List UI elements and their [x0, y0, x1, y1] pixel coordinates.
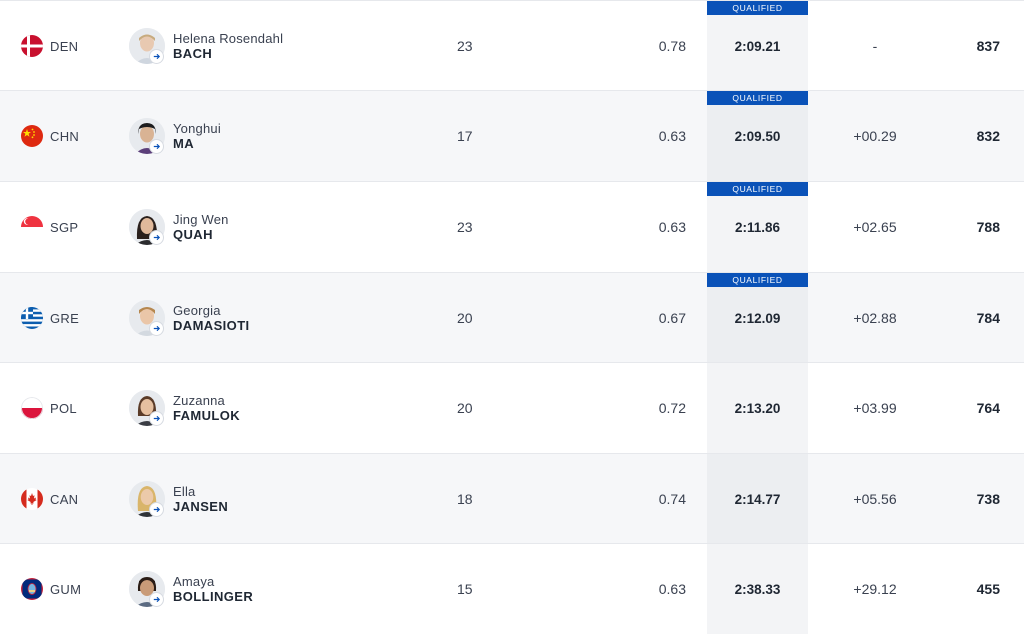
athlete-avatar[interactable]: [129, 300, 165, 336]
athlete-name[interactable]: Jing Wen QUAH: [173, 212, 229, 242]
athlete-avatar[interactable]: [129, 209, 165, 245]
table-row[interactable]: GRE Georgia DAMASIOTI 20 0.67 QUALIFIED …: [0, 272, 1024, 363]
athlete-first-name: Georgia: [173, 303, 221, 318]
china-flag-icon: [21, 125, 43, 147]
athlete-first-name: Helena Rosendahl: [173, 31, 284, 46]
athlete-last-name: QUAH: [173, 227, 213, 242]
table-row[interactable]: CAN Ella JANSEN 18 0.74 2:14.77 +05.56 7…: [0, 453, 1024, 544]
athlete-first-name: Yonghui: [173, 121, 221, 136]
denmark-flag-icon: [21, 35, 43, 57]
time-difference: +29.12: [853, 581, 897, 597]
athlete-last-name: FAMULOK: [173, 408, 241, 423]
result-time: 2:38.33: [734, 581, 781, 597]
athlete-last-name: JANSEN: [173, 499, 229, 514]
athlete-last-name: MA: [173, 136, 195, 151]
country-code: POL: [50, 400, 77, 416]
points: 764: [976, 400, 1000, 416]
country-code: GUM: [50, 581, 82, 597]
athlete-first-name: Zuzanna: [173, 393, 225, 408]
guam-flag-icon: [21, 578, 43, 600]
age: 15: [457, 581, 473, 597]
age: 20: [457, 310, 473, 326]
athlete-last-name: BOLLINGER: [173, 589, 254, 604]
singapore-flag-icon: [21, 216, 43, 238]
athlete-last-name: DAMASIOTI: [173, 318, 250, 333]
athlete-name[interactable]: Zuzanna FAMULOK: [173, 393, 240, 423]
result-time: 2:14.77: [734, 491, 781, 507]
athlete-avatar[interactable]: [129, 118, 165, 154]
result-cell: QUALIFIED 2:09.50: [707, 91, 808, 181]
points: 837: [976, 38, 1000, 54]
reaction-time: 0.72: [658, 400, 686, 416]
athlete-avatar[interactable]: [129, 571, 165, 607]
result-cell: QUALIFIED 2:11.86: [707, 182, 808, 272]
results-table: DEN Helena Rosendahl BACH 23 0.78 QUALIF…: [0, 0, 1024, 634]
country-code: CAN: [50, 491, 79, 507]
reaction-time: 0.63: [658, 219, 686, 235]
arrow-right-icon: [150, 231, 163, 244]
points: 738: [976, 491, 1000, 507]
points: 788: [976, 219, 1000, 235]
age: 20: [457, 400, 473, 416]
result-time: 2:11.86: [734, 219, 781, 235]
athlete-first-name: Ella: [173, 484, 196, 499]
canada-flag-icon: [21, 488, 43, 510]
greece-flag-icon: [21, 307, 43, 329]
points: 784: [976, 310, 1000, 326]
result-time: 2:09.50: [734, 128, 781, 144]
table-row[interactable]: CHN Yonghui MA 17 0.63 QUALIFIED 2:09.50…: [0, 90, 1024, 181]
poland-flag-icon: [21, 397, 43, 419]
athlete-avatar[interactable]: [129, 28, 165, 64]
athlete-name[interactable]: Yonghui MA: [173, 121, 221, 151]
age: 23: [457, 38, 473, 54]
athlete-avatar[interactable]: [129, 481, 165, 517]
table-row[interactable]: SGP Jing Wen QUAH 23 0.63 QUALIFIED 2:11…: [0, 181, 1024, 272]
arrow-right-icon: [150, 50, 163, 63]
result-cell: 2:13.20: [707, 363, 808, 453]
athlete-name[interactable]: Helena Rosendahl BACH: [173, 31, 283, 61]
arrow-right-icon: [150, 593, 163, 606]
table-row[interactable]: POL Zuzanna FAMULOK 20 0.72 2:13.20 +03.…: [0, 362, 1024, 453]
table-row[interactable]: GUM Amaya BOLLINGER 15 0.63 2:38.33 +29.…: [0, 543, 1024, 634]
arrow-right-icon: [150, 322, 163, 335]
country-code: DEN: [50, 38, 79, 54]
result-cell: QUALIFIED 2:09.21: [707, 1, 808, 91]
time-difference: +02.65: [853, 219, 897, 235]
arrow-right-icon: [150, 412, 163, 425]
reaction-time: 0.63: [658, 128, 686, 144]
result-time: 2:13.20: [734, 400, 781, 416]
result-cell: 2:38.33: [707, 544, 808, 634]
athlete-last-name: BACH: [173, 46, 213, 61]
points: 455: [976, 581, 1000, 597]
age: 17: [457, 128, 473, 144]
athlete-name[interactable]: Ella JANSEN: [173, 484, 228, 514]
arrow-right-icon: [150, 140, 163, 153]
time-difference: +03.99: [853, 400, 897, 416]
result-cell: QUALIFIED 2:12.09: [707, 273, 808, 363]
athlete-name[interactable]: Georgia DAMASIOTI: [173, 303, 250, 333]
reaction-time: 0.78: [658, 38, 686, 54]
country-code: SGP: [50, 219, 79, 235]
country-code: GRE: [50, 310, 80, 326]
arrow-right-icon: [150, 503, 163, 516]
reaction-time: 0.63: [658, 581, 686, 597]
points: 832: [976, 128, 1000, 144]
time-difference: +00.29: [853, 128, 897, 144]
time-difference: +05.56: [853, 491, 897, 507]
athlete-first-name: Amaya: [173, 574, 215, 589]
reaction-time: 0.67: [658, 310, 686, 326]
age: 18: [457, 491, 473, 507]
reaction-time: 0.74: [658, 491, 686, 507]
athlete-first-name: Jing Wen: [173, 212, 229, 227]
result-time: 2:09.21: [734, 38, 781, 54]
result-time: 2:12.09: [734, 310, 781, 326]
table-row[interactable]: DEN Helena Rosendahl BACH 23 0.78 QUALIF…: [0, 0, 1024, 91]
athlete-name[interactable]: Amaya BOLLINGER: [173, 574, 253, 604]
time-difference: +02.88: [853, 310, 897, 326]
age: 23: [457, 219, 473, 235]
athlete-avatar[interactable]: [129, 390, 165, 426]
result-cell: 2:14.77: [707, 454, 808, 544]
country-code: CHN: [50, 128, 80, 144]
time-difference: -: [872, 38, 878, 54]
